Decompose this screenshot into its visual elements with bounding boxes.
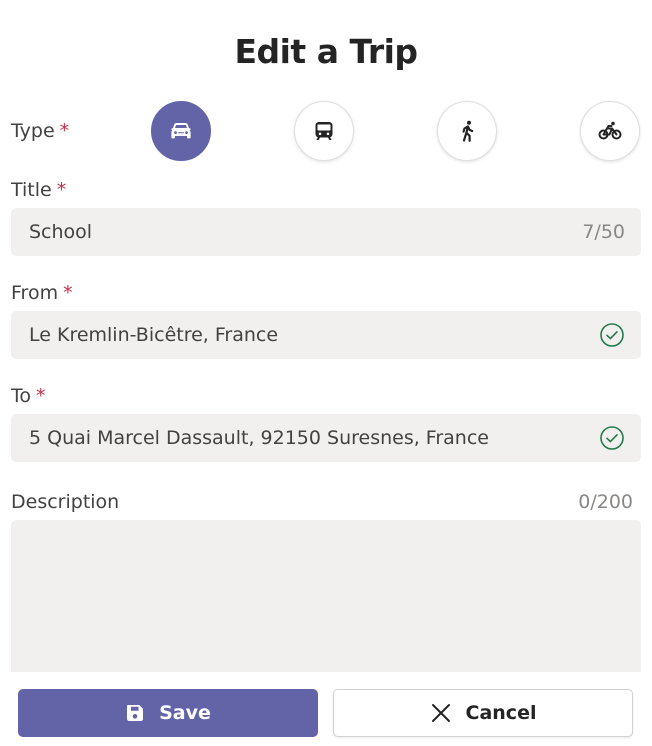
save-icon: [125, 703, 145, 723]
title-input-value: School: [29, 221, 93, 243]
required-mark: *: [56, 179, 67, 201]
from-input-value: Le Kremlin-Bicêtre, France: [29, 324, 279, 346]
trip-type-selector: [0, 101, 652, 161]
save-button[interactable]: Save: [18, 689, 318, 737]
description-label: Description: [11, 491, 120, 513]
from-label-text: From: [11, 282, 59, 304]
action-bar: Save Cancel: [0, 672, 652, 746]
title-label: Title *: [11, 179, 66, 201]
save-button-label: Save: [159, 702, 211, 724]
title-char-counter: 7/50: [582, 221, 625, 243]
to-label-text: To: [11, 385, 32, 407]
type-bike-button[interactable]: [580, 101, 640, 161]
cancel-button[interactable]: Cancel: [333, 689, 633, 737]
train-icon: [315, 122, 333, 140]
to-input-value: 5 Quai Marcel Dassault, 92150 Suresnes, …: [29, 427, 489, 449]
cancel-button-label: Cancel: [465, 702, 537, 724]
title-label-text: Title: [11, 179, 52, 201]
check-circle-icon: [600, 426, 624, 450]
description-char-counter: 0/200: [578, 491, 633, 513]
title-input[interactable]: School 7/50: [11, 208, 641, 256]
walk-icon: [462, 120, 474, 142]
from-input[interactable]: Le Kremlin-Bicêtre, France: [11, 311, 641, 359]
required-mark: *: [36, 385, 46, 407]
bike-icon: [598, 121, 622, 140]
description-textarea[interactable]: [11, 520, 641, 672]
type-walk-button[interactable]: [437, 101, 497, 161]
from-label: From *: [11, 282, 73, 304]
check-circle-icon: [600, 323, 624, 347]
type-train-button[interactable]: [294, 101, 354, 161]
required-mark: *: [63, 282, 73, 304]
page-title: Edit a Trip: [234, 32, 418, 71]
to-label: To *: [11, 385, 46, 407]
close-icon: [430, 702, 452, 724]
to-input[interactable]: 5 Quai Marcel Dassault, 92150 Suresnes, …: [11, 414, 641, 462]
type-car-button[interactable]: [151, 101, 211, 161]
car-icon: [171, 123, 191, 139]
